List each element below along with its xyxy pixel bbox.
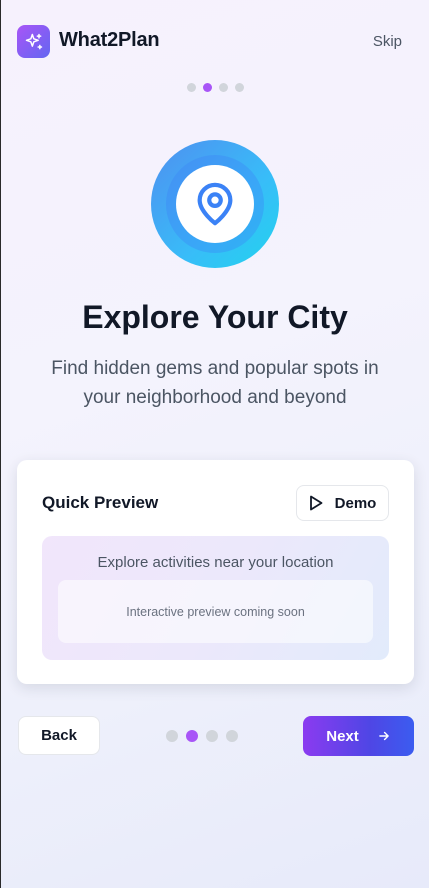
progress-dot [218, 83, 228, 92]
map-pin-icon [197, 182, 233, 226]
hero-icon-container [176, 165, 254, 243]
page-title: Explore Your City [82, 299, 348, 335]
progress-dots-bottom [166, 730, 238, 742]
next-button-label: Next [326, 727, 359, 745]
hero-illustration [151, 140, 279, 268]
step-dot[interactable] [166, 730, 178, 742]
step-dot[interactable] [226, 730, 238, 742]
skip-button[interactable]: Skip [373, 33, 402, 50]
demo-button[interactable]: Demo [296, 485, 389, 521]
quick-preview-card: Quick Preview Demo Explore activities ne… [17, 460, 414, 684]
app-name: What2Plan [59, 29, 160, 51]
page-subtitle: Find hidden gems and popular spots in yo… [51, 358, 379, 408]
sparkles-icon [25, 33, 42, 49]
preview-area: Explore activities near your location In… [42, 536, 389, 660]
demo-button-label: Demo [334, 494, 377, 512]
play-icon [309, 495, 323, 511]
logo-badge [17, 25, 50, 58]
arrow-right-icon [378, 731, 389, 741]
step-dot[interactable] [206, 730, 218, 742]
progress-dot-active [202, 83, 212, 92]
preview-label: Explore activities near your location [97, 554, 334, 571]
step-dot-active[interactable] [186, 730, 198, 742]
card-title: Quick Preview [42, 493, 159, 512]
progress-dot [186, 83, 196, 92]
preview-placeholder: Interactive preview coming soon [58, 580, 373, 643]
next-button[interactable]: Next [303, 716, 414, 756]
progress-dots-top [1, 83, 429, 92]
back-button[interactable]: Back [18, 716, 100, 755]
header: What2Plan Skip [1, 0, 429, 84]
progress-dot [234, 83, 244, 92]
